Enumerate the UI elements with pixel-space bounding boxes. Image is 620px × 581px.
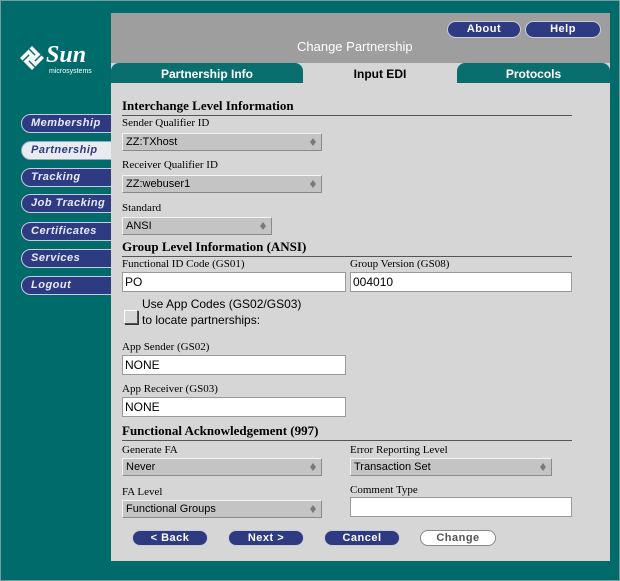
tab-input-edi[interactable]: Input EDI bbox=[306, 63, 454, 83]
fa-level-label: FA Level bbox=[122, 486, 163, 498]
app-frame: Sun microsystems Membership Partnership … bbox=[0, 0, 620, 581]
sun-logo-icon bbox=[20, 46, 44, 70]
comment-type-input[interactable] bbox=[350, 497, 572, 517]
group-version-label: Group Version (GS08) bbox=[350, 258, 450, 270]
app-sender-input[interactable]: NONE bbox=[122, 355, 346, 375]
group-version-input[interactable]: 004010 bbox=[350, 272, 572, 292]
standard-value: ANSI bbox=[126, 220, 152, 232]
dropdown-arrow-icon bbox=[310, 138, 316, 146]
sidebar-item-services[interactable]: Services bbox=[21, 249, 117, 268]
tab-protocols[interactable]: Protocols bbox=[457, 63, 610, 83]
dropdown-arrow-icon bbox=[260, 222, 266, 230]
standard-label: Standard bbox=[122, 202, 162, 214]
page-title: Change Partnership bbox=[297, 39, 413, 54]
group-heading: Group Level Information (ANSI) bbox=[122, 239, 572, 257]
interchange-heading: Interchange Level Information bbox=[122, 98, 572, 116]
sidebar-item-job-tracking[interactable]: Job Tracking bbox=[21, 194, 117, 213]
app-receiver-label: App Receiver (GS03) bbox=[122, 383, 218, 395]
functional-id-input[interactable]: PO bbox=[122, 272, 346, 292]
error-reporting-label: Error Reporting Level bbox=[350, 444, 448, 456]
sun-logo: Sun microsystems bbox=[19, 42, 111, 79]
receiver-qualifier-label: Receiver Qualifier ID bbox=[122, 159, 218, 171]
generate-fa-label: Generate FA bbox=[122, 444, 178, 456]
generate-fa-value: Never bbox=[126, 461, 156, 473]
header-band: About Help Change Partnership bbox=[111, 13, 610, 63]
sender-qualifier-value: ZZ:TXhost bbox=[126, 136, 178, 148]
comment-type-label: Comment Type bbox=[350, 484, 418, 496]
help-button[interactable]: Help bbox=[525, 21, 601, 38]
about-button[interactable]: About bbox=[447, 21, 521, 38]
dropdown-arrow-icon bbox=[540, 463, 546, 471]
generate-fa-select[interactable]: Never bbox=[122, 458, 322, 476]
dropdown-arrow-icon bbox=[310, 463, 316, 471]
app-sender-label: App Sender (GS02) bbox=[122, 341, 210, 353]
fa-level-select[interactable]: Functional Groups bbox=[122, 500, 322, 518]
functional-id-label: Functional ID Code (GS01) bbox=[122, 258, 245, 270]
main-panel: About Help Change Partnership Partnershi… bbox=[111, 13, 610, 561]
sidebar-item-partnership[interactable]: Partnership bbox=[21, 141, 117, 160]
receiver-qualifier-value: ZZ:webuser1 bbox=[126, 178, 191, 190]
sidebar-item-membership[interactable]: Membership bbox=[21, 114, 117, 133]
ack-heading: Functional Acknowledgement (997) bbox=[122, 423, 572, 441]
use-app-codes-checkbox[interactable] bbox=[124, 310, 138, 324]
brand-tagline: microsystems bbox=[49, 68, 92, 75]
use-app-codes-label-line1: Use App Codes (GS02/GS03) bbox=[142, 297, 302, 311]
dropdown-arrow-icon bbox=[310, 505, 316, 513]
dropdown-arrow-icon bbox=[310, 180, 316, 188]
sender-qualifier-label: Sender Qualifier ID bbox=[122, 117, 210, 129]
brand-name: Sun bbox=[46, 42, 87, 68]
error-reporting-select[interactable]: Transaction Set bbox=[350, 458, 552, 476]
standard-select[interactable]: ANSI bbox=[122, 217, 272, 235]
receiver-qualifier-select[interactable]: ZZ:webuser1 bbox=[122, 175, 322, 193]
app-receiver-input[interactable]: NONE bbox=[122, 397, 346, 417]
back-button[interactable]: < Back bbox=[132, 530, 208, 546]
use-app-codes-label-line2: to locate partnerships: bbox=[142, 313, 261, 327]
fa-level-value: Functional Groups bbox=[126, 503, 216, 515]
sidebar-item-logout[interactable]: Logout bbox=[21, 276, 117, 295]
sidebar-item-tracking[interactable]: Tracking bbox=[21, 168, 117, 187]
sender-qualifier-select[interactable]: ZZ:TXhost bbox=[122, 133, 322, 151]
change-button[interactable]: Change bbox=[420, 530, 496, 546]
sidebar-item-certificates[interactable]: Certificates bbox=[21, 222, 117, 241]
error-reporting-value: Transaction Set bbox=[354, 461, 431, 473]
tab-partnership-info[interactable]: Partnership Info bbox=[111, 63, 303, 83]
next-button[interactable]: Next > bbox=[228, 530, 304, 546]
cancel-button[interactable]: Cancel bbox=[324, 530, 400, 546]
